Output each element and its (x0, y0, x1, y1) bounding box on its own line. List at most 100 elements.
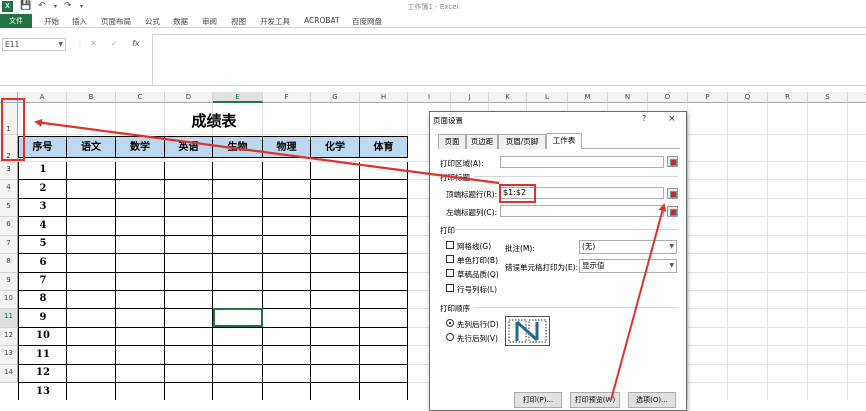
table-cell[interactable] (165, 346, 213, 365)
table-cell[interactable] (165, 217, 213, 236)
tab-developer[interactable]: 开发工具 (260, 16, 290, 27)
table-cell[interactable] (311, 236, 360, 254)
table-cell[interactable] (116, 162, 165, 180)
table-cell[interactable] (116, 291, 165, 309)
table-cell[interactable] (67, 254, 116, 273)
table-cell[interactable] (116, 254, 165, 273)
tab-margins[interactable]: 页边距 (466, 134, 498, 149)
table-cell[interactable] (116, 309, 165, 328)
table-cell[interactable] (360, 199, 408, 217)
column-header-d[interactable]: D (165, 92, 213, 103)
column-header-b[interactable]: B (67, 92, 116, 103)
tab-home[interactable]: 开始 (44, 16, 59, 27)
table-cell[interactable] (165, 162, 213, 180)
help-button[interactable]: ? (642, 114, 646, 123)
table-cell[interactable] (67, 180, 116, 199)
column-header-c[interactable]: C (116, 92, 165, 103)
column-header-o[interactable]: O (648, 92, 688, 103)
table-cell[interactable] (116, 383, 165, 400)
table-cell[interactable] (116, 328, 165, 346)
chevron-down-icon[interactable]: ▼ (58, 39, 63, 50)
table-cell[interactable] (116, 236, 165, 254)
table-cell[interactable] (311, 180, 360, 199)
table-cell[interactable] (263, 346, 311, 365)
rowcol-checkbox[interactable] (446, 284, 454, 292)
table-cell[interactable] (263, 365, 311, 383)
column-header-a[interactable]: A (18, 92, 67, 103)
table-header-cell[interactable]: 化学 (311, 136, 360, 158)
column-header-p[interactable]: P (688, 92, 728, 103)
row-header-4[interactable]: 4 (0, 180, 18, 199)
table-cell[interactable] (263, 236, 311, 254)
tab-view[interactable]: 视图 (231, 16, 246, 27)
table-cell[interactable] (165, 291, 213, 309)
table-cell[interactable] (263, 383, 311, 400)
tab-review[interactable]: 审阅 (202, 16, 217, 27)
table-cell[interactable] (311, 217, 360, 236)
table-cell[interactable] (213, 180, 263, 199)
table-cell[interactable] (213, 254, 263, 273)
column-header-f[interactable]: F (263, 92, 311, 103)
table-cell[interactable] (311, 309, 360, 328)
tab-page[interactable]: 页面 (438, 134, 466, 149)
table-header-cell[interactable]: 英语 (165, 136, 213, 158)
table-cell[interactable] (116, 180, 165, 199)
column-header-k[interactable]: K (489, 92, 527, 103)
table-header-cell[interactable]: 语文 (67, 136, 116, 158)
row-header-13[interactable]: 13 (0, 346, 18, 365)
close-button[interactable]: × (668, 114, 676, 124)
column-header-n[interactable]: N (608, 92, 648, 103)
row-header-11[interactable]: 11 (0, 309, 18, 328)
comments-select[interactable]: (无) ▼ (579, 240, 677, 254)
table-cell[interactable] (263, 162, 311, 180)
table-cell[interactable] (165, 254, 213, 273)
column-header-i[interactable]: I (408, 92, 451, 103)
over-down-radio[interactable] (446, 333, 454, 341)
table-cell[interactable] (165, 273, 213, 291)
table-cell[interactable] (311, 383, 360, 400)
table-cell[interactable] (116, 199, 165, 217)
row-header-14[interactable]: 14 (0, 365, 18, 383)
table-cell[interactable] (213, 365, 263, 383)
table-cell[interactable] (263, 199, 311, 217)
column-header-m[interactable]: M (568, 92, 608, 103)
tab-page-layout[interactable]: 页面布局 (101, 16, 131, 27)
tab-baidu-netdisk[interactable]: 百度网盘 (352, 16, 382, 27)
table-cell[interactable] (360, 254, 408, 273)
table-cell[interactable] (311, 273, 360, 291)
table-cell[interactable] (263, 254, 311, 273)
table-cell[interactable] (360, 365, 408, 383)
table-cell[interactable] (360, 383, 408, 400)
table-cell[interactable] (263, 180, 311, 199)
table-cell[interactable] (67, 199, 116, 217)
print-button[interactable]: 打印(P)... (514, 392, 562, 408)
range-select-icon[interactable] (667, 156, 678, 167)
table-cell[interactable] (213, 199, 263, 217)
table-cell[interactable] (213, 236, 263, 254)
column-header-t[interactable]: T (848, 92, 866, 103)
row-header-6[interactable]: 6 (0, 217, 18, 236)
table-cell[interactable] (311, 346, 360, 365)
file-tab[interactable]: 文件 (0, 14, 32, 28)
range-select-icon[interactable] (667, 206, 678, 217)
tab-data[interactable]: 数据 (173, 16, 188, 27)
table-cell[interactable] (360, 273, 408, 291)
column-header-l[interactable]: L (527, 92, 568, 103)
table-cell[interactable] (263, 217, 311, 236)
left-cols-input[interactable] (500, 205, 664, 217)
table-cell[interactable] (116, 217, 165, 236)
table-cell[interactable] (311, 162, 360, 180)
tab-insert[interactable]: 插入 (72, 16, 87, 27)
table-cell[interactable] (67, 346, 116, 365)
row-header-3[interactable]: 3 (0, 162, 18, 180)
column-header-h[interactable]: H (360, 92, 408, 103)
table-cell[interactable] (213, 273, 263, 291)
table-cell[interactable] (311, 254, 360, 273)
table-cell[interactable] (213, 217, 263, 236)
print-area-input[interactable] (500, 156, 664, 168)
table-cell[interactable] (213, 162, 263, 180)
table-cell[interactable] (116, 365, 165, 383)
tab-acrobat[interactable]: ACROBAT (304, 16, 340, 25)
table-cell[interactable] (165, 236, 213, 254)
table-cell[interactable] (263, 273, 311, 291)
